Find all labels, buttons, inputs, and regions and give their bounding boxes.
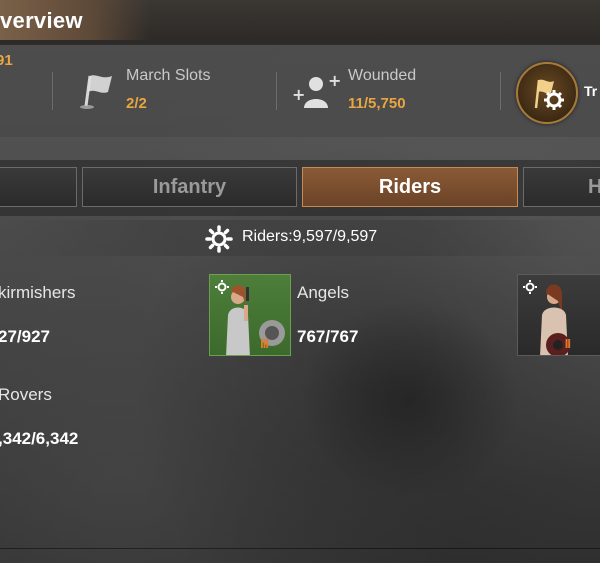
page-title: verview — [0, 8, 83, 33]
march-slots-value: 2/2 — [126, 95, 147, 112]
rider-figure-icon — [540, 284, 570, 355]
wounded-label: Wounded — [348, 67, 417, 84]
divider — [0, 548, 600, 549]
wounded-soldier-icon: + + — [292, 71, 341, 115]
unit-portrait-angels[interactable]: III — [209, 274, 291, 356]
unit-count-rovers: ,342/6,342 — [0, 429, 79, 448]
wounded-value: 11/5,750 — [348, 95, 406, 112]
divider — [500, 72, 501, 110]
unit-tier-right: II — [564, 336, 571, 351]
unit-tier-angels: III — [260, 336, 269, 351]
gear-icon — [205, 225, 233, 258]
tab-left-partial[interactable] — [0, 167, 77, 207]
header-bar: verview — [0, 0, 600, 44]
unit-name-skirmishers: kirmishers — [0, 283, 76, 302]
tab-right-partial[interactable]: H — [523, 167, 600, 207]
march-slots-label: March Slots — [126, 67, 211, 84]
svg-text:+: + — [328, 72, 340, 90]
unit-portrait-right[interactable]: II — [517, 274, 600, 356]
divider — [52, 72, 53, 110]
unit-name-angels: Angels — [297, 283, 349, 302]
riders-summary-text: Riders:9,597/9,597 — [242, 228, 378, 245]
unit-count-skirmishers: 27/927 — [0, 327, 50, 346]
rider-figure-icon — [226, 285, 285, 355]
svg-text:+: + — [292, 85, 305, 104]
flag-gear-icon — [530, 76, 566, 117]
action-button[interactable] — [516, 62, 578, 124]
unit-name-rovers: Rovers — [0, 385, 52, 404]
tab-riders[interactable]: Riders — [302, 167, 518, 207]
action-button-label[interactable]: Tr — [584, 83, 597, 99]
tab-infantry[interactable]: Infantry — [82, 167, 297, 207]
flag-icon — [78, 70, 116, 115]
left-stat-value: 91 — [0, 52, 13, 69]
divider — [276, 72, 277, 110]
unit-count-angels: 767/767 — [297, 327, 359, 346]
